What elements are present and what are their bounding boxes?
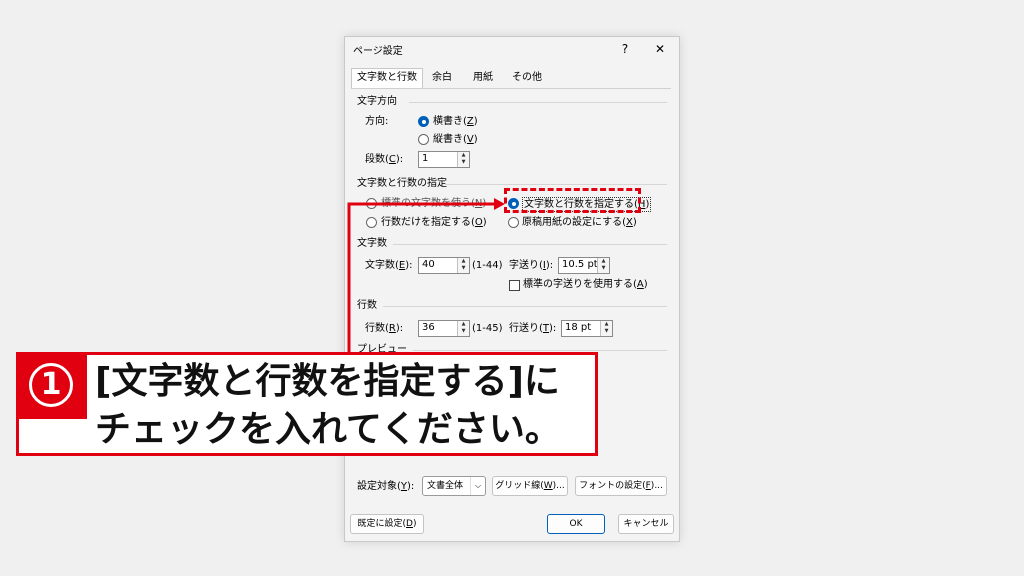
step-number: 1 xyxy=(29,363,73,407)
instruction-line-1: [文字数と行数を指定する]に xyxy=(95,361,560,402)
arrow-head-icon xyxy=(494,198,505,210)
instruction-callout: 1 [文字数と行数を指定する]に チェックを入れてください。 xyxy=(16,352,598,456)
arrow-line xyxy=(347,202,496,362)
annotation-arrow xyxy=(347,198,505,362)
step-badge: 1 xyxy=(19,355,87,419)
instruction-line-2: チェックを入れてください。 xyxy=(95,409,561,450)
